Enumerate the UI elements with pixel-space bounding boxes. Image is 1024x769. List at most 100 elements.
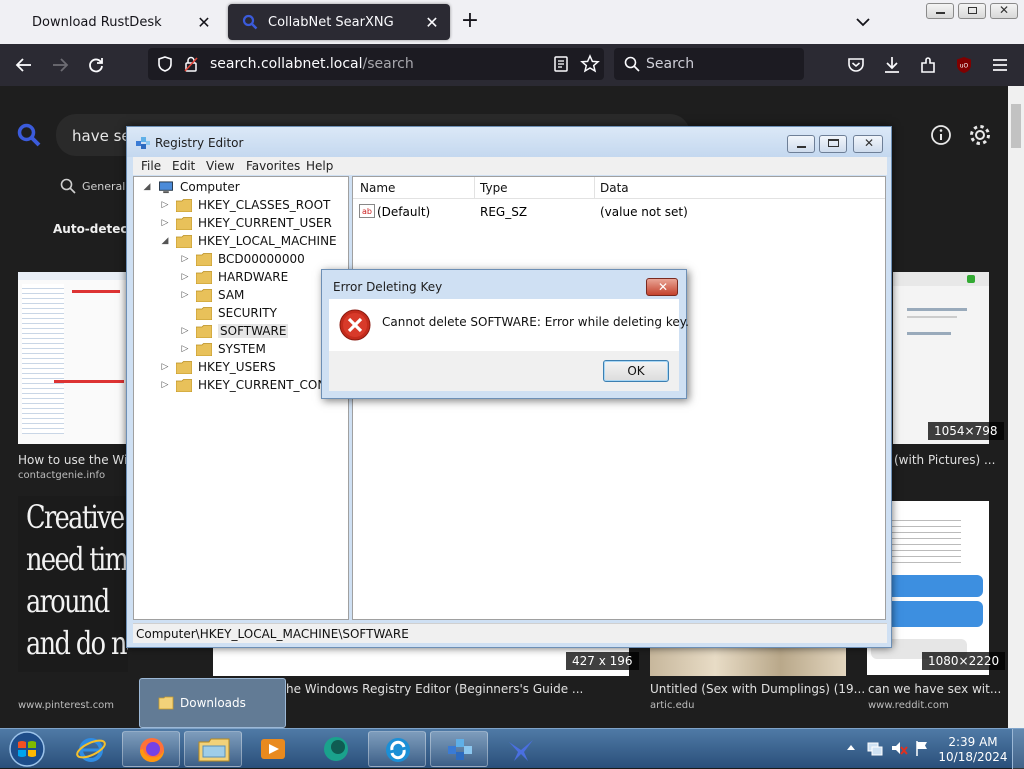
dialog-titlebar[interactable]: Error Deleting Key ✕ — [322, 270, 686, 299]
tree-node-bcd[interactable]: ▷ BCD00000000 — [180, 250, 305, 268]
expand-arrow-icon[interactable]: ▷ — [180, 290, 190, 300]
menu-help[interactable]: Help — [306, 159, 333, 173]
tree-node-hardware[interactable]: ▷ HARDWARE — [180, 268, 289, 286]
expand-arrow-icon[interactable]: ▷ — [160, 218, 170, 228]
minimize-button[interactable] — [926, 3, 954, 19]
system-clock[interactable]: 2:39 AM 10/18/2024 — [938, 735, 1008, 765]
hamburger-menu-icon[interactable] — [990, 55, 1010, 75]
collapse-arrow-icon[interactable]: ◢ — [160, 236, 170, 246]
taskbar-app-bird-button[interactable] — [492, 731, 550, 767]
tree-node-computer[interactable]: ◢ Computer — [142, 178, 240, 196]
reader-view-icon[interactable] — [552, 55, 570, 73]
show-desktop-button[interactable] — [1012, 729, 1024, 769]
tab-general[interactable]: General — [82, 180, 125, 193]
gear-icon[interactable] — [968, 123, 992, 147]
close-window-button[interactable]: ✕ — [853, 135, 883, 153]
reload-icon[interactable] — [86, 55, 106, 75]
taskbar-regedit-button[interactable] — [430, 731, 488, 767]
ublock-origin-icon[interactable]: uO — [954, 55, 974, 75]
registry-tree-pane[interactable]: ◢ Computer ▷ HKEY_CLASSES_ROOT ▷ HKEY_CU… — [133, 176, 349, 620]
result-caption[interactable]: How to use the Wi — [18, 453, 127, 467]
tree-node-hku[interactable]: ▷ HKEY_USERS — [160, 358, 276, 376]
image-result-thumbnail[interactable] — [18, 272, 128, 444]
taskbar-firefox-button[interactable] — [122, 731, 180, 767]
new-tab-button[interactable]: + — [458, 10, 482, 34]
scrollbar-thumb[interactable] — [1011, 104, 1021, 148]
expand-arrow-icon[interactable]: ▷ — [160, 380, 170, 390]
chevron-down-icon[interactable] — [853, 12, 873, 32]
close-icon[interactable]: ✕ — [424, 13, 440, 32]
start-button[interactable] — [4, 730, 50, 768]
column-type[interactable]: Type — [480, 181, 508, 195]
expand-arrow-icon[interactable]: ▷ — [180, 272, 190, 282]
folder-icon — [176, 378, 192, 392]
dialog-close-button[interactable]: ✕ — [646, 278, 678, 296]
error-icon — [339, 309, 371, 341]
action-center-flag-icon[interactable] — [914, 739, 930, 757]
forward-arrow-icon[interactable] — [50, 55, 70, 75]
network-icon[interactable] — [866, 739, 884, 757]
taskbar-media-player-button[interactable] — [244, 731, 302, 767]
folder-icon — [176, 360, 192, 374]
close-icon[interactable]: ✕ — [196, 13, 212, 32]
tree-node-software[interactable]: ▷ SOFTWARE — [180, 322, 289, 340]
menu-favorites[interactable]: Favorites — [246, 159, 300, 173]
collapse-arrow-icon[interactable]: ◢ — [142, 182, 152, 192]
searxng-logo-icon[interactable] — [16, 122, 42, 148]
tree-node-security[interactable]: SECURITY — [180, 304, 277, 322]
taskbar-rustdesk-button[interactable] — [368, 731, 426, 767]
image-result-thumbnail[interactable]: Creative p need time around and do nothi… — [18, 496, 128, 672]
tray-expand-icon[interactable] — [846, 743, 856, 753]
column-name[interactable]: Name — [360, 181, 395, 195]
result-caption[interactable]: (with Pictures) ... — [894, 453, 995, 467]
tree-node-hklm[interactable]: ◢ HKEY_LOCAL_MACHINE — [160, 232, 337, 250]
browser-search-input[interactable]: Search — [614, 48, 804, 80]
dialog-footer: OK — [329, 351, 679, 391]
extensions-icon[interactable] — [918, 55, 938, 75]
expand-arrow-icon[interactable]: ▷ — [180, 326, 190, 336]
volume-muted-icon[interactable] — [890, 739, 908, 757]
expand-arrow-icon[interactable]: ▷ — [160, 200, 170, 210]
back-arrow-icon[interactable] — [14, 55, 34, 75]
image-result-thumbnail[interactable] — [650, 646, 846, 676]
image-result-thumbnail[interactable] — [893, 272, 989, 444]
result-caption[interactable]: Untitled (Sex with Dumplings) (19... — [650, 682, 865, 696]
tree-node-sam[interactable]: ▷ SAM — [180, 286, 245, 304]
taskbar-app-button[interactable] — [306, 731, 364, 767]
maximize-button[interactable] — [819, 135, 847, 153]
menu-file[interactable]: File — [141, 159, 161, 173]
expand-arrow-icon[interactable]: ▷ — [180, 254, 190, 264]
tab-collabnet-searxng[interactable]: CollabNet SearXNG ✕ — [228, 4, 450, 40]
ok-button[interactable]: OK — [603, 360, 669, 382]
result-caption[interactable]: can we have sex wit... — [868, 682, 1001, 696]
tree-node-system[interactable]: ▷ SYSTEM — [180, 340, 266, 358]
regedit-titlebar[interactable]: Registry Editor ✕ — [127, 127, 891, 157]
taskbar-explorer-button[interactable] — [184, 731, 242, 767]
tab-download-rustdesk[interactable]: Download RustDesk ✕ — [18, 4, 222, 40]
table-row[interactable]: ab (Default) REG_SZ (value not set) — [353, 203, 885, 221]
tree-node-hkcu[interactable]: ▷ HKEY_CURRENT_USER — [160, 214, 332, 232]
url-bar[interactable]: search.collabnet.local/search — [148, 48, 604, 80]
restore-button[interactable] — [958, 3, 986, 19]
result-caption[interactable]: he Windows Registry Editor (Beginners's … — [286, 682, 583, 696]
column-data[interactable]: Data — [600, 181, 629, 195]
minimize-button[interactable] — [787, 135, 815, 153]
page-scrollbar[interactable] — [1008, 86, 1024, 728]
result-site: www.pinterest.com — [18, 700, 115, 711]
expand-arrow-icon[interactable]: ▷ — [160, 362, 170, 372]
expand-arrow-icon[interactable]: ▷ — [180, 344, 190, 354]
lock-icon[interactable] — [182, 55, 200, 73]
menu-view[interactable]: View — [206, 159, 234, 173]
menu-edit[interactable]: Edit — [172, 159, 195, 173]
bookmark-star-icon[interactable] — [580, 54, 600, 74]
tree-node-hkcc[interactable]: ▷ HKEY_CURRENT_CONF — [160, 376, 334, 394]
tree-node-hkcr[interactable]: ▷ HKEY_CLASSES_ROOT — [160, 196, 331, 214]
info-icon[interactable] — [930, 124, 952, 146]
taskbar-ie-button[interactable] — [62, 731, 120, 767]
language-autodetect[interactable]: Auto-detect — [53, 222, 133, 236]
close-window-button[interactable]: ✕ — [990, 3, 1018, 19]
pocket-icon[interactable] — [846, 55, 866, 75]
shield-icon[interactable] — [156, 55, 174, 73]
download-icon[interactable] — [882, 55, 902, 75]
taskbar-preview-downloads[interactable]: Downloads — [139, 678, 286, 728]
